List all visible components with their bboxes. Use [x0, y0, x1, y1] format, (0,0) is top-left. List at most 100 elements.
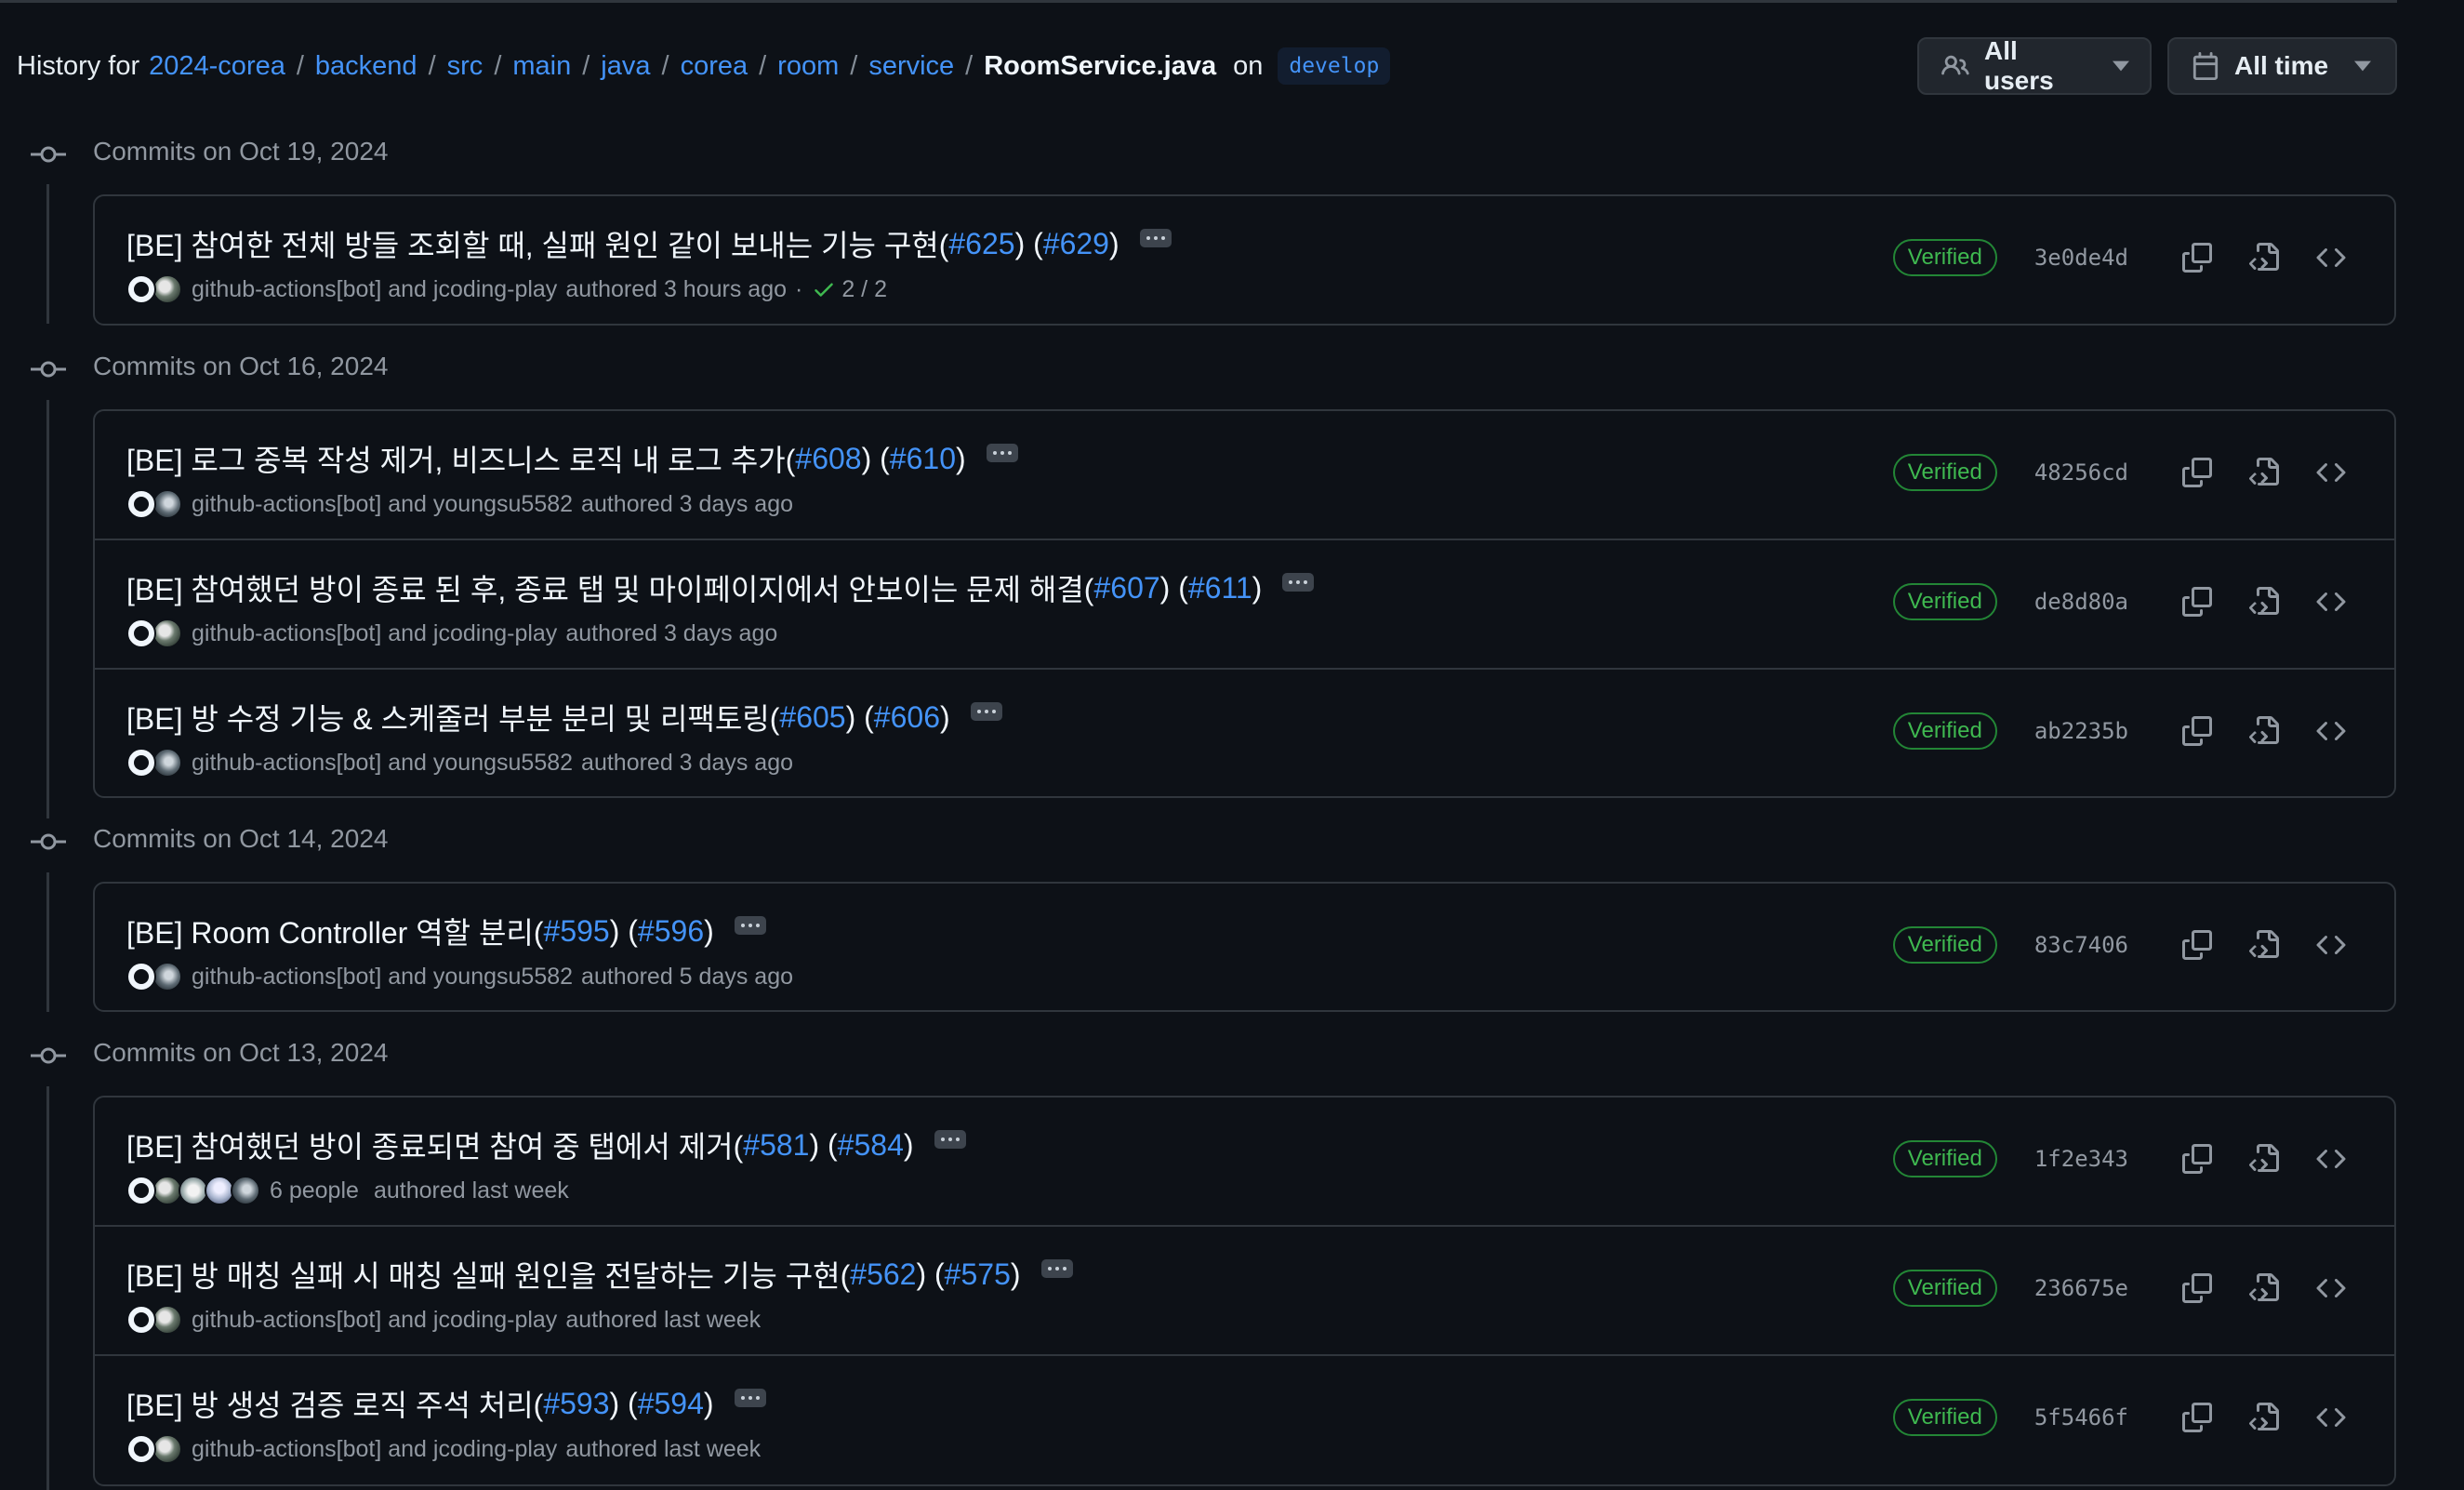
commit-sha[interactable]: 48256cd [2034, 459, 2128, 486]
copy-sha-button[interactable] [2175, 925, 2219, 965]
pr-link[interactable]: #608 [795, 442, 861, 476]
verified-badge[interactable]: Verified [1892, 454, 1997, 491]
crumb-room[interactable]: room [777, 51, 839, 82]
view-file-button[interactable] [2242, 237, 2286, 278]
crumb-java[interactable]: java [601, 51, 650, 82]
avatar[interactable] [152, 1305, 182, 1335]
verified-badge[interactable]: Verified [1892, 1399, 1997, 1436]
expand-description-button[interactable] [934, 1130, 966, 1149]
commit-sha[interactable]: 83c7406 [2034, 932, 2128, 958]
view-file-button[interactable] [2242, 1397, 2286, 1438]
copy-sha-button[interactable] [2175, 1397, 2219, 1438]
verified-badge[interactable]: Verified [1892, 926, 1997, 964]
commit-title[interactable]: [BE] 방 매칭 실패 시 매칭 실패 원인을 전달하는 기능 구현(#562… [126, 1253, 1073, 1296]
all-time-dropdown[interactable]: All time [2167, 37, 2397, 95]
expand-description-button[interactable] [986, 444, 1018, 462]
avatar[interactable] [152, 619, 182, 648]
browse-code-button[interactable] [2309, 711, 2353, 752]
browse-code-button[interactable] [2309, 452, 2353, 493]
crumb-main[interactable]: main [512, 51, 571, 82]
pr-link[interactable]: #575 [945, 1257, 1011, 1292]
commit-authors[interactable]: github-actions[bot] and youngsu5582 [192, 491, 573, 518]
pr-link[interactable]: #605 [779, 700, 845, 735]
browse-code-button[interactable] [2309, 925, 2353, 965]
expand-description-button[interactable] [734, 916, 766, 935]
expand-description-button[interactable] [734, 1389, 766, 1407]
pr-link[interactable]: #584 [838, 1128, 904, 1163]
copy-sha-button[interactable] [2175, 711, 2219, 752]
avatar[interactable] [126, 748, 156, 778]
verified-badge[interactable]: Verified [1892, 239, 1997, 276]
avatar[interactable] [152, 1434, 182, 1464]
copy-sha-button[interactable] [2175, 452, 2219, 493]
avatar[interactable] [126, 962, 156, 991]
expand-description-button[interactable] [1040, 1259, 1073, 1278]
copy-sha-button[interactable] [2175, 237, 2219, 278]
browse-code-button[interactable] [2309, 1397, 2353, 1438]
pr-link[interactable]: #607 [1093, 571, 1159, 605]
pr-link[interactable]: #625 [948, 227, 1014, 261]
expand-description-button[interactable] [970, 702, 1002, 721]
pr-link[interactable]: #595 [544, 914, 610, 949]
avatar[interactable] [152, 274, 182, 304]
copy-sha-button[interactable] [2175, 1268, 2219, 1309]
checks-count[interactable]: 2 / 2 [841, 276, 887, 303]
commit-title[interactable]: [BE] 참여했던 방이 종료 된 후, 종료 탭 및 마이페이지에서 안보이는… [126, 566, 1315, 609]
avatar[interactable] [231, 1176, 260, 1205]
branch-badge[interactable]: develop [1278, 47, 1391, 85]
all-users-dropdown[interactable]: All users [1917, 36, 2152, 95]
commit-title[interactable]: [BE] Room Controller 역할 분리(#595) (#596) [126, 910, 766, 952]
commit-sha[interactable]: 5f5466f [2034, 1404, 2128, 1430]
commit-authors[interactable]: github-actions[bot] and jcoding-play [192, 276, 557, 303]
verified-badge[interactable]: Verified [1892, 583, 1997, 620]
pr-link[interactable]: #606 [874, 700, 940, 735]
verified-badge[interactable]: Verified [1892, 712, 1997, 750]
commit-title[interactable]: [BE] 참여했던 방이 종료되면 참여 중 탭에서 제거(#581) (#58… [126, 1124, 966, 1166]
commit-sha[interactable]: de8d80a [2034, 589, 2128, 615]
browse-code-button[interactable] [2309, 581, 2353, 622]
commit-sha[interactable]: 1f2e343 [2034, 1146, 2128, 1172]
commit-authors[interactable]: github-actions[bot] and youngsu5582 [192, 750, 573, 777]
avatar[interactable] [152, 748, 182, 778]
commit-sha[interactable]: ab2235b [2034, 718, 2128, 744]
expand-description-button[interactable] [1139, 229, 1172, 247]
crumb-corea[interactable]: corea [681, 51, 748, 82]
browse-code-button[interactable] [2309, 237, 2353, 278]
view-file-button[interactable] [2242, 1138, 2286, 1179]
browse-code-button[interactable] [2309, 1268, 2353, 1309]
commit-authors[interactable]: github-actions[bot] and jcoding-play [192, 1307, 557, 1334]
view-file-button[interactable] [2242, 925, 2286, 965]
commit-sha[interactable]: 3e0de4d [2034, 245, 2128, 271]
commit-sha[interactable]: 236675e [2034, 1275, 2128, 1301]
pr-link[interactable]: #581 [743, 1128, 809, 1163]
expand-description-button[interactable] [1282, 573, 1315, 592]
commit-title[interactable]: [BE] 참여한 전체 방들 조회할 때, 실패 원인 같이 보내는 기능 구현… [126, 222, 1172, 265]
avatar[interactable] [152, 489, 182, 519]
verified-badge[interactable]: Verified [1892, 1140, 1997, 1177]
avatar[interactable] [126, 619, 156, 648]
avatar[interactable] [126, 1305, 156, 1335]
copy-sha-button[interactable] [2175, 1138, 2219, 1179]
commit-authors[interactable]: github-actions[bot] and jcoding-play [192, 1436, 557, 1463]
copy-sha-button[interactable] [2175, 581, 2219, 622]
commit-title[interactable]: [BE] 방 생성 검증 로직 주석 처리(#593) (#594) [126, 1382, 766, 1425]
view-file-button[interactable] [2242, 581, 2286, 622]
avatar[interactable] [152, 962, 182, 991]
verified-badge[interactable]: Verified [1892, 1270, 1997, 1307]
crumb-backend[interactable]: backend [315, 51, 417, 82]
pr-link[interactable]: #596 [638, 914, 704, 949]
pr-link[interactable]: #562 [850, 1257, 916, 1292]
avatar[interactable] [126, 274, 156, 304]
pr-link[interactable]: #594 [638, 1387, 704, 1421]
pr-link[interactable]: #629 [1043, 227, 1109, 261]
commit-authors[interactable]: github-actions[bot] and youngsu5582 [192, 964, 573, 991]
crumb-src[interactable]: src [447, 51, 484, 82]
pr-link[interactable]: #611 [1188, 571, 1252, 605]
commit-authors[interactable]: github-actions[bot] and jcoding-play [192, 620, 557, 647]
crumb-2024-corea[interactable]: 2024-corea [149, 51, 285, 82]
commit-title[interactable]: [BE] 로그 중복 작성 제거, 비즈니스 로직 내 로그 추가(#608) … [126, 437, 1018, 480]
commit-title[interactable]: [BE] 방 수정 기능 & 스케줄러 부분 분리 및 리팩토링(#605) (… [126, 696, 1002, 738]
check-icon[interactable] [812, 277, 836, 301]
avatar[interactable] [126, 489, 156, 519]
crumb-service[interactable]: service [868, 51, 954, 82]
